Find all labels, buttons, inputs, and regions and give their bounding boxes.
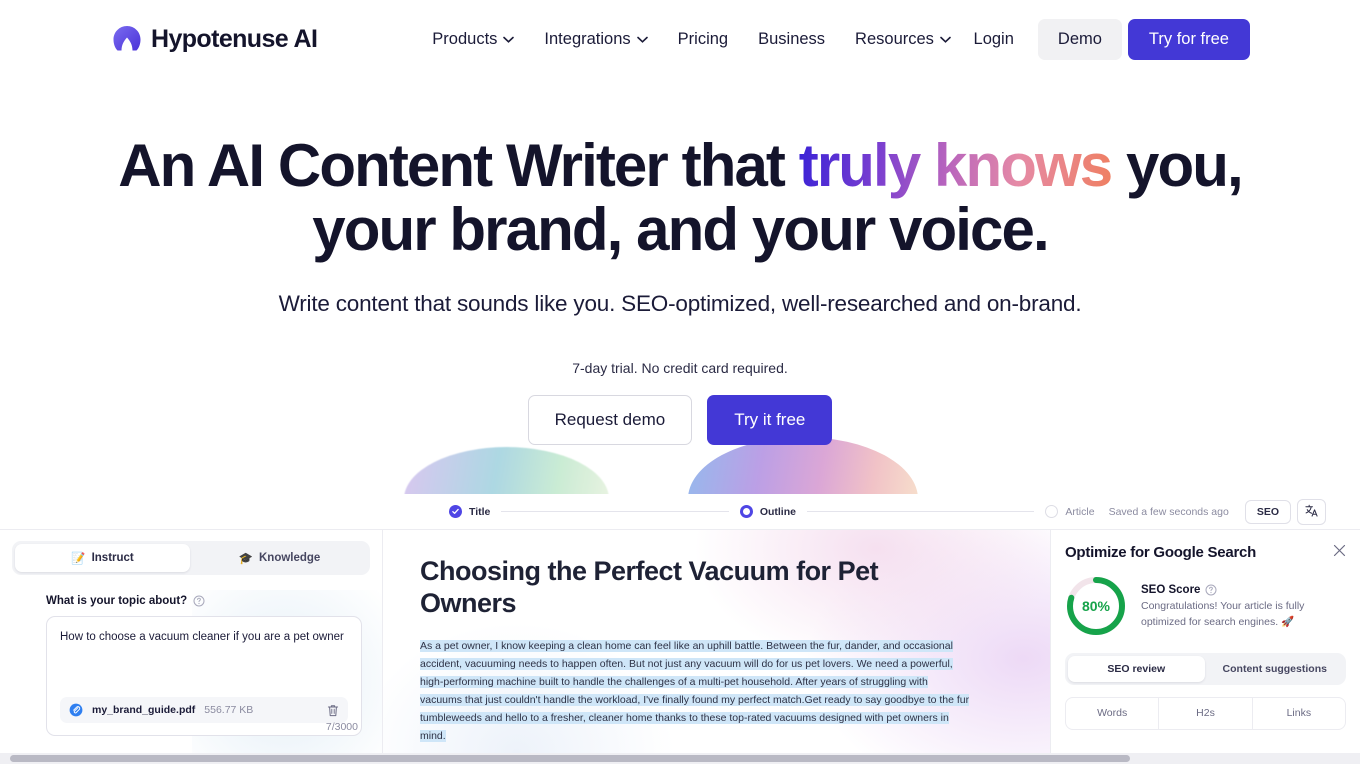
note-icon: 📝 [71,553,86,565]
brand-name: Hypotenuse AI [151,24,318,53]
document-editor[interactable]: Choosing the Perfect Vacuum for Pet Owne… [383,530,1050,764]
decorative-gradient-blob-left [404,447,609,499]
step-connector [501,511,729,512]
topic-field-label: What is your topic about? [46,595,188,607]
nav-label: Integrations [544,29,631,48]
seo-panel-tabs: SEO review Content suggestions [1065,653,1346,685]
chevron-down-icon [636,36,648,43]
topic-field-header: What is your topic about? [46,595,382,607]
seo-panel-title: Optimize for Google Search [1065,544,1257,561]
document-content: Choosing the Perfect Vacuum for Pet Owne… [383,530,1050,745]
chevron-down-icon [503,36,515,43]
file-size: 556.77 KB [204,704,254,716]
highlighted-text: As a pet owner, I know keeping a clean h… [420,639,970,742]
step-outline[interactable]: Outline [739,505,796,518]
landing-page: Hypotenuse AI Products Integrations Pric… [0,0,1360,764]
site-header: Hypotenuse AI Products Integrations Pric… [0,0,1360,78]
tab-label: Instruct [91,552,134,564]
document-title: Choosing the Perfect Vacuum for Pet Owne… [420,556,879,618]
step-complete-check-icon [449,505,462,518]
nav-item-resources[interactable]: Resources [855,30,951,49]
try-it-free-button[interactable]: Try it free [707,395,833,446]
step-label: Title [469,505,491,518]
step-title[interactable]: Title [449,505,490,518]
question-mark-icon[interactable] [193,595,205,607]
nav-item-integrations[interactable]: Integrations [544,29,648,49]
translate-button[interactable] [1297,498,1326,525]
seo-score-ring: 80% [1065,575,1127,637]
step-pending-dot-icon [1045,505,1059,518]
headline-gradient-text: truly knows [798,132,1113,199]
page-title: An AI Content Writer that truly knows yo… [90,134,1270,261]
seo-score-text: SEO Score Congratulations! Your article … [1141,582,1346,631]
close-icon[interactable] [1333,544,1346,557]
attached-file-row: my_brand_guide.pdf 556.77 KB [60,697,348,723]
seo-panel-header: Optimize for Google Search [1065,544,1346,561]
step-connector [806,511,1035,512]
mountain-logo-icon [112,24,142,54]
question-mark-icon[interactable] [1205,584,1217,596]
seo-metrics: Words H2s Links [1065,697,1346,730]
metric-words[interactable]: Words [1066,698,1160,729]
instruct-knowledge-tabs: 📝 Instruct 🎓 Knowledge [12,541,370,575]
paperclip-icon [69,703,83,717]
metric-h2s[interactable]: H2s [1159,698,1253,729]
tab-knowledge[interactable]: 🎓 Knowledge [192,544,367,572]
character-count: 7/3000 [325,721,358,733]
step-label: Outline [759,505,796,518]
seo-button[interactable]: SEO [1244,499,1291,524]
nav-label: Pricing [677,29,729,48]
nav-label: Products [432,29,498,48]
graduation-cap-icon: 🎓 [238,553,253,565]
tab-seo-review[interactable]: SEO review [1068,656,1205,682]
trial-note: 7-day trial. No credit card required. [572,360,788,377]
nav-item-business[interactable]: Business [758,30,825,49]
step-label: Article [1065,505,1095,518]
seo-score-label-row: SEO Score [1141,584,1346,596]
main-nav: Products Integrations Pricing Business R… [432,30,951,49]
progress-steps: Title Outline Article [449,505,1095,518]
metric-links[interactable]: Links [1253,698,1345,729]
headline-part-1: An AI Content Writer that [118,132,799,199]
trash-icon[interactable] [327,704,339,717]
decorative-gradient-blob-right [688,437,918,499]
instruct-panel: 📝 Instruct 🎓 Knowledge What is your topi… [0,530,383,764]
document-body: As a pet owner, I know keeping a clean h… [420,637,972,745]
seo-score-label: SEO Score [1141,583,1201,596]
nav-label: Business [758,29,826,48]
seo-score-value: 80% [1081,598,1111,614]
scrollbar-thumb[interactable] [10,755,1130,762]
hero-section: An AI Content Writer that truly knows yo… [0,78,1360,446]
header-actions: Login Demo Try for free [956,18,1250,60]
seo-score-row: 80% SEO Score Congratulations! Your arti… [1065,575,1346,637]
demo-button[interactable]: Demo [1037,18,1122,60]
topic-input[interactable]: How to choose a vacuum cleaner if you ar… [46,616,362,736]
app-body: 📝 Instruct 🎓 Knowledge What is your topi… [0,530,1360,764]
step-article[interactable]: Article [1045,505,1095,518]
file-name: my_brand_guide.pdf [92,704,196,716]
brand-logo[interactable]: Hypotenuse AI [112,24,318,54]
topic-input-value: How to choose a vacuum cleaner if you ar… [60,631,344,643]
seo-score-description: Congratulations! Your article is fully o… [1141,599,1305,628]
app-preview: Title Outline Article Saved a few second… [0,494,1360,764]
step-active-dot-icon [739,505,753,518]
try-for-free-button[interactable]: Try for free [1127,18,1250,60]
hero-cta-row: Request demo Try it free [0,395,1360,446]
nav-item-products[interactable]: Products [432,29,515,49]
nav-label: Resources [855,29,934,48]
tab-instruct[interactable]: 📝 Instruct [15,544,190,572]
hero-subheading: Write content that sounds like you. SEO-… [278,291,1082,317]
tab-content-suggestions[interactable]: Content suggestions [1207,656,1344,682]
nav-item-pricing[interactable]: Pricing [678,30,728,49]
translate-icon [1305,504,1318,520]
login-link[interactable]: Login [956,21,1032,58]
tab-label: Knowledge [258,552,321,564]
seo-panel: Optimize for Google Search 80% SEO Score… [1050,530,1360,764]
chevron-down-icon [940,36,951,43]
saved-status: Saved a few seconds ago [1108,505,1229,518]
request-demo-button[interactable]: Request demo [527,395,693,446]
app-toolbar: Title Outline Article Saved a few second… [0,494,1360,530]
horizontal-scrollbar[interactable] [0,753,1360,764]
